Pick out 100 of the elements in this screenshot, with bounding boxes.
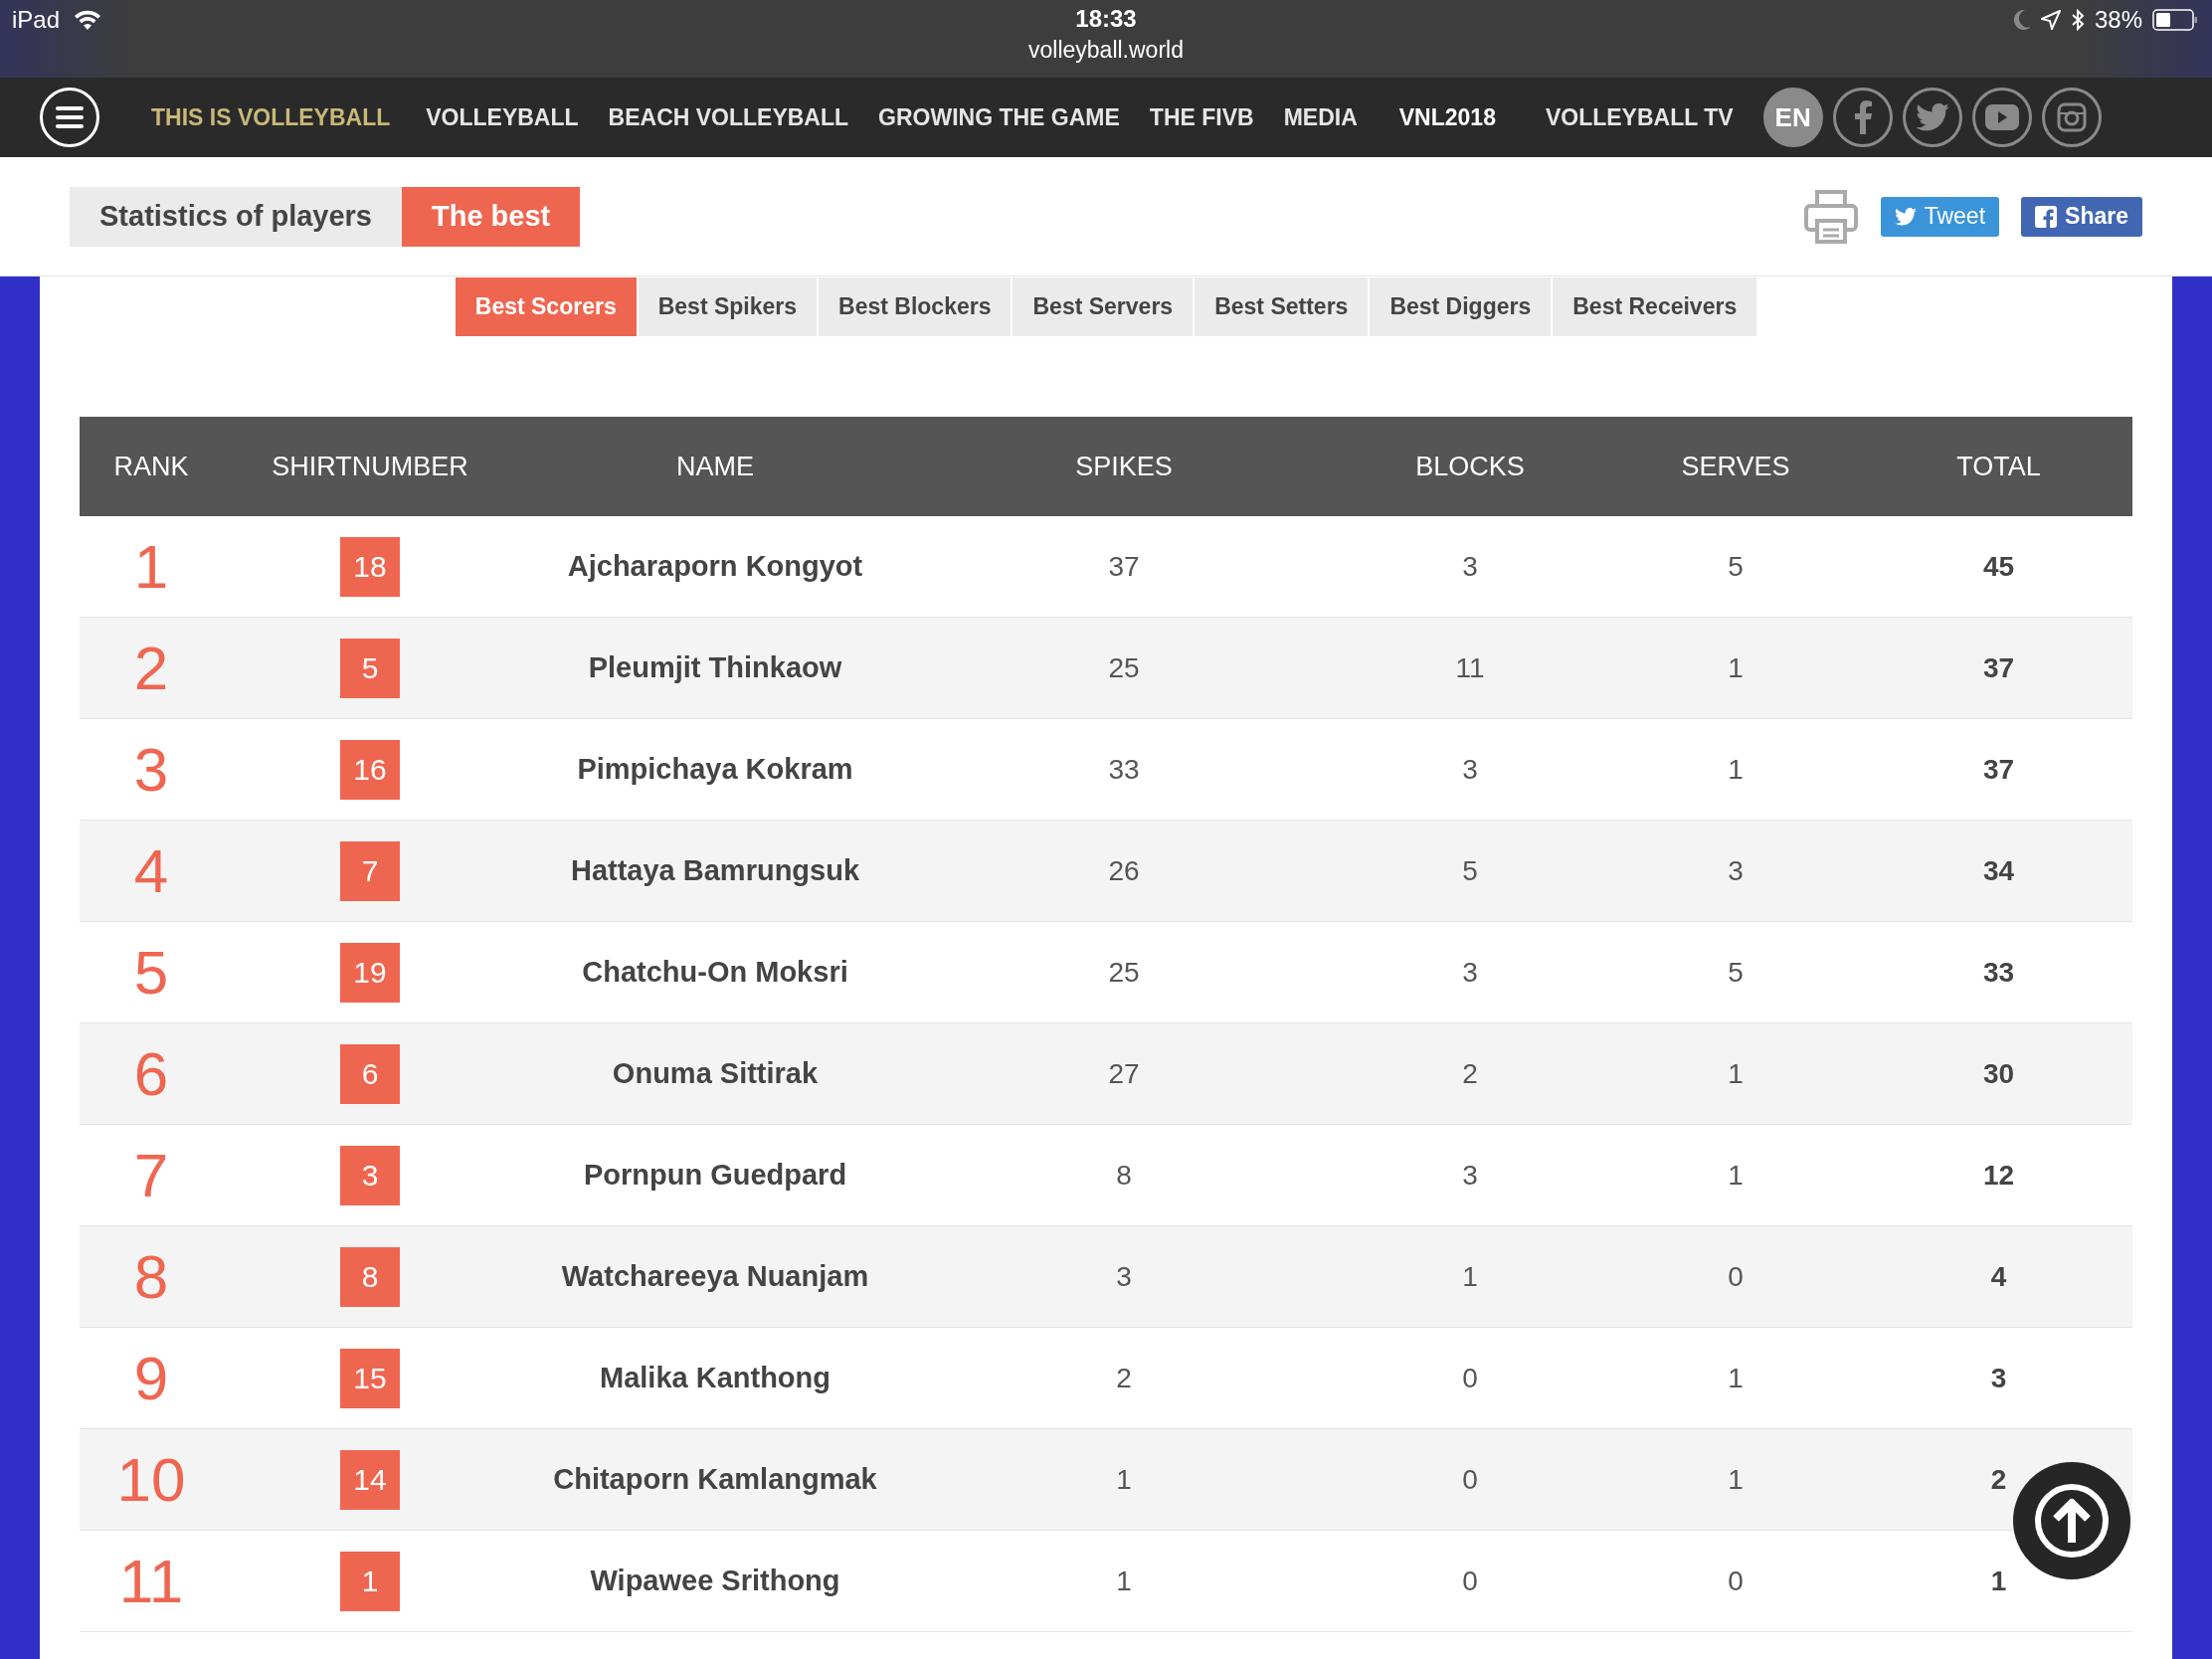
category-tab[interactable]: Best Setters (1195, 277, 1369, 336)
nav-link[interactable]: THE FIVB (1149, 103, 1254, 131)
page-tab[interactable]: Statistics of players (70, 186, 402, 247)
table-cell-text: 2 (1461, 1056, 1479, 1091)
table-cell-text: 11 (1454, 650, 1486, 685)
total-cell: 4 (1990, 1260, 2007, 1293)
shirt-number: 6 (340, 1043, 400, 1104)
category-tab[interactable]: Best Spikers (638, 277, 818, 336)
device-name: iPad (12, 6, 61, 34)
total-cell: 2 (1990, 1463, 2007, 1496)
total-cell: 30 (1982, 1057, 2015, 1090)
total-cell: 37 (1982, 651, 2015, 684)
table-cell-text: 26 (1107, 853, 1141, 888)
table-cell-text: 25 (1107, 650, 1141, 685)
table-cell-text: 3 (1461, 752, 1479, 787)
table-cell-text: 0 (1461, 1462, 1479, 1497)
total-cell: 37 (1982, 753, 2015, 786)
shirt-number: 3 (340, 1145, 400, 1205)
table-cell-text: 1 (1461, 1259, 1479, 1294)
table-cell-text: 37 (1107, 549, 1141, 584)
total-cell: 45 (1982, 550, 2015, 583)
table-cell-text: 0 (1461, 1361, 1479, 1395)
table-cell-text: 3 (1461, 549, 1479, 584)
nav-link[interactable]: VOLLEYBALL (426, 103, 579, 131)
category-tab[interactable]: Best Servers (1013, 277, 1194, 336)
battery-percent: 38% (2094, 6, 2142, 34)
page-url[interactable]: volleyball.world (1028, 37, 1184, 64)
clock-time: 18:33 (1075, 5, 1137, 33)
rank-number: 5 (132, 937, 170, 1009)
nav-link[interactable]: VNL2018 (1398, 103, 1496, 131)
player-name: Pimpichaya Kokram (576, 752, 854, 787)
table-cell-text: 0 (1461, 1564, 1479, 1598)
table-cell-text: 1 (1727, 1056, 1745, 1091)
rank-number: 10 (115, 1444, 187, 1516)
site-logo[interactable]: THIS IS VOLLEYBALL (151, 103, 391, 131)
nav-link[interactable]: BEACH VOLLEYBALL (608, 103, 849, 131)
table-cell-text: 5 (1727, 549, 1745, 584)
shirt-number: 1 (340, 1551, 400, 1611)
column-header: SHIRTNUMBER (271, 450, 469, 483)
player-name: Chatchu-On Moksri (581, 955, 849, 990)
player-name: Chitaporn Kamlangmak (552, 1462, 878, 1497)
rank-number: 6 (132, 1038, 170, 1110)
player-name: Ajcharaporn Kongyot (566, 549, 864, 584)
shirt-number: 7 (340, 840, 400, 901)
shirt-number: 5 (340, 638, 400, 698)
player-name: Hattaya Bamrungsuk (569, 853, 861, 888)
rank-number: 1 (132, 531, 170, 603)
rank-number: 4 (132, 835, 170, 907)
table-cell-text: 1 (1115, 1564, 1133, 1598)
table-cell-text: 3 (1727, 853, 1745, 888)
column-header: SPIKES (1074, 450, 1174, 483)
table-cell-text: 1 (1727, 1361, 1745, 1395)
table-cell-text: 5 (1727, 955, 1745, 990)
category-tab[interactable]: Best Receivers (1553, 277, 1757, 336)
player-name: Pornpun Guedpard (582, 1158, 848, 1193)
column-header: RANK (112, 450, 190, 483)
table-cell-text: 1 (1727, 1462, 1745, 1497)
total-cell: 33 (1982, 956, 2015, 989)
rank-number: 11 (117, 1546, 185, 1617)
table-cell-text: 1 (1727, 1158, 1745, 1193)
rank-number: 3 (132, 734, 170, 806)
shirt-number: 19 (340, 942, 400, 1003)
table-cell-text: 1 (1115, 1462, 1133, 1497)
nav-link[interactable]: MEDIA (1283, 103, 1358, 131)
share-button[interactable]: Share (2021, 196, 2142, 237)
table-cell-text: 8 (1115, 1158, 1133, 1193)
table-cell-text: 3 (1115, 1259, 1133, 1294)
table-cell-text: 3 (1461, 1158, 1479, 1193)
column-header: BLOCKS (1414, 450, 1526, 483)
table-cell-text: 2 (1115, 1361, 1133, 1395)
column-header: NAME (675, 450, 755, 483)
total-cell: 12 (1982, 1159, 2015, 1192)
shirt-number: 16 (340, 739, 400, 800)
table-cell-text: 1 (1727, 650, 1745, 685)
category-tab[interactable]: Best Diggers (1370, 277, 1552, 336)
column-header: TOTAL (1955, 450, 2042, 483)
table-cell-text: 5 (1461, 853, 1479, 888)
rank-number: 2 (132, 633, 170, 704)
rank-number: 8 (132, 1241, 170, 1313)
category-tab[interactable]: Best Blockers (819, 277, 1012, 336)
nav-link[interactable]: VOLLEYBALL TV (1545, 103, 1734, 131)
column-header: SERVES (1680, 450, 1791, 483)
rank-number: 7 (132, 1140, 170, 1211)
table-cell-text: 0 (1727, 1259, 1745, 1294)
player-name: Wipawee Srithong (589, 1564, 841, 1598)
shirt-number: 15 (340, 1348, 400, 1408)
total-cell: 1 (1990, 1565, 2007, 1597)
nav-link[interactable]: GROWING THE GAME (878, 103, 1120, 131)
table-cell-text: 0 (1727, 1564, 1745, 1598)
shirt-number: 18 (340, 536, 400, 597)
total-cell: 34 (1982, 854, 2015, 887)
table-cell-text: 33 (1107, 752, 1141, 787)
player-name: Pleumjit Thinkaow (587, 650, 843, 685)
total-cell: 3 (1990, 1362, 2007, 1394)
shirt-number: 8 (340, 1246, 400, 1307)
player-name: Onuma Sittirak (611, 1056, 820, 1091)
table-cell-text: 27 (1107, 1056, 1141, 1091)
player-name: Malika Kanthong (599, 1361, 831, 1395)
table-cell-text: 1 (1727, 752, 1745, 787)
rank-number: 9 (132, 1343, 170, 1414)
